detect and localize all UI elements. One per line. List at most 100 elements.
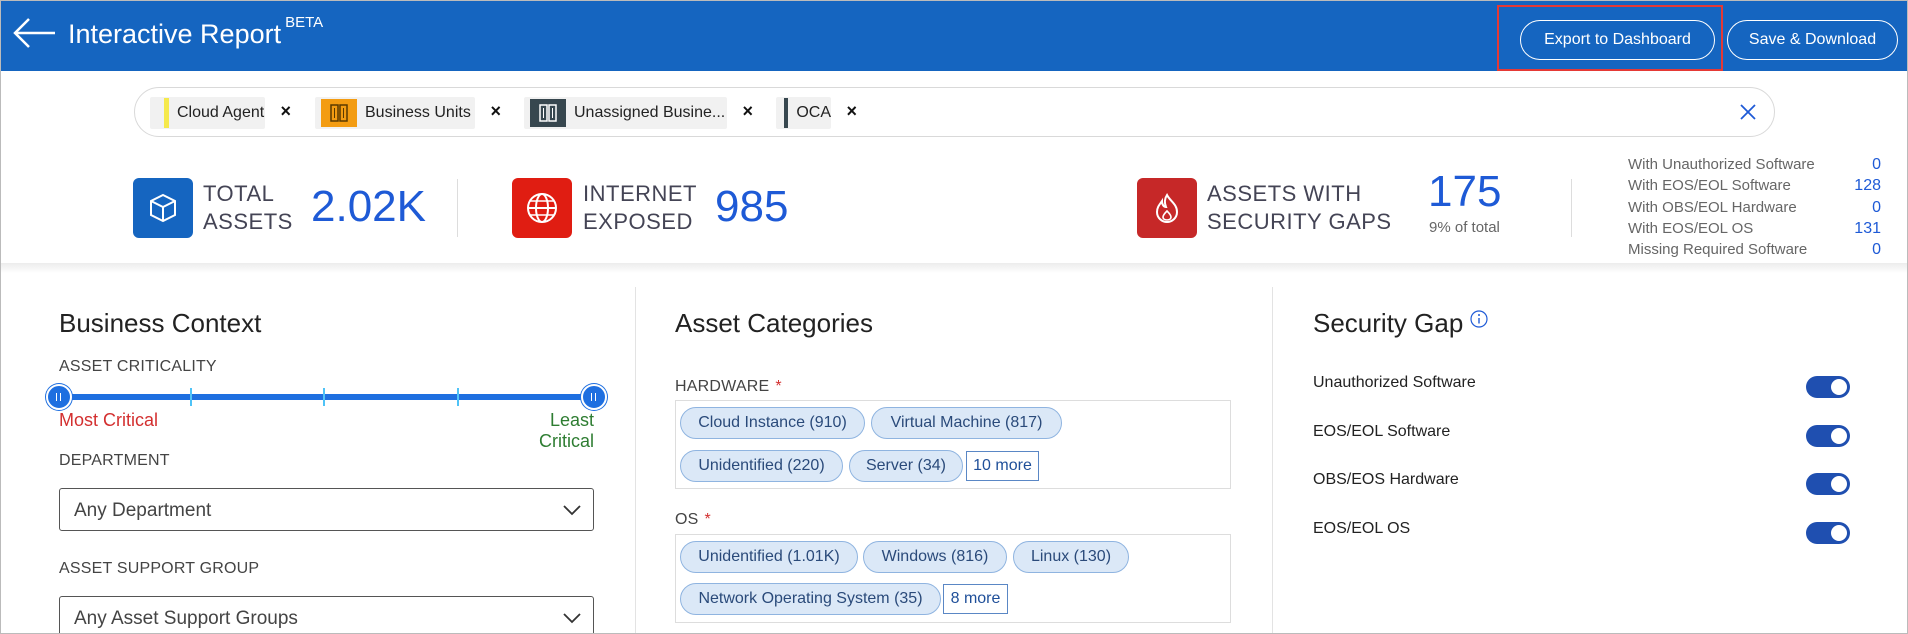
total-assets-label: TOTAL ASSETS (203, 180, 293, 236)
hardware-more-button[interactable]: 10 more (966, 451, 1039, 481)
os-pill[interactable]: Unidentified (1.01K) (680, 541, 858, 573)
building-icon (530, 99, 566, 127)
security-gaps-percent: 9% of total (1429, 219, 1500, 236)
security-gaps-value: 175 (1428, 167, 1502, 216)
chip-marker (164, 98, 169, 128)
os-label: OS * (675, 511, 711, 529)
hardware-pill[interactable]: Cloud Instance (910) (680, 407, 865, 439)
eos-eol-software-toggle[interactable] (1806, 425, 1850, 447)
remove-filter-icon[interactable]: × (280, 101, 291, 122)
toggle-label: Unauthorized Software (1313, 374, 1476, 391)
hardware-pill[interactable]: Virtual Machine (817) (871, 407, 1062, 439)
globe-icon (512, 178, 572, 238)
filter-chip-label: Business Units (365, 104, 471, 121)
required-marker: * (704, 511, 711, 528)
least-critical-label: Least Critical (538, 410, 594, 451)
hardware-label: HARDWARE * (675, 378, 782, 396)
os-more-button[interactable]: 8 more (943, 584, 1008, 614)
remove-filter-icon[interactable]: × (490, 101, 501, 122)
gap-breakdown-value: 0 (1872, 156, 1881, 173)
hardware-label-text: HARDWARE (675, 378, 770, 395)
section-divider (1, 263, 1907, 273)
slider-handle-min[interactable] (46, 384, 72, 410)
total-assets-value: 2.02K (311, 182, 426, 231)
asset-criticality-label: ASSET CRITICALITY (59, 358, 217, 375)
security-gap-title: Security Gap (1313, 308, 1464, 338)
gap-breakdown-label: With Unauthorized Software (1628, 156, 1815, 173)
divider (457, 179, 458, 237)
slider-handle-max[interactable] (581, 384, 607, 410)
filter-chip-label: Unassigned Busine... (574, 104, 726, 121)
obs-eos-hardware-toggle[interactable] (1806, 473, 1850, 495)
slider-tick (190, 388, 192, 406)
remove-filter-icon[interactable]: × (846, 101, 857, 122)
remove-filter-icon[interactable]: × (742, 101, 753, 122)
filter-chip-oca[interactable]: OCA × (776, 97, 857, 129)
department-select-value: Any Department (74, 500, 212, 521)
os-pill[interactable]: Linux (130) (1013, 541, 1129, 573)
toggle-label: EOS/EOL OS (1313, 520, 1411, 537)
slider-tick (457, 388, 459, 406)
clear-filters-icon[interactable] (1736, 100, 1760, 124)
filter-chip-cloud-agent[interactable]: Cloud Agent × (150, 97, 291, 129)
panel-divider (1272, 287, 1273, 633)
gap-breakdown-label: Missing Required Software (1628, 241, 1808, 258)
slider-tick (323, 388, 325, 406)
building-icon (321, 99, 357, 127)
hardware-pill[interactable]: Server (34) (849, 450, 963, 482)
business-context-title: Business Context (59, 308, 262, 338)
gap-breakdown-label: With EOS/EOL OS (1628, 220, 1754, 237)
chip-marker (784, 98, 789, 128)
total-assets-label-line1: TOTAL (203, 181, 275, 206)
chevron-down-icon (563, 613, 581, 624)
gap-breakdown-label: With EOS/EOL Software (1628, 177, 1791, 194)
asset-support-group-label: ASSET SUPPORT GROUP (59, 560, 260, 577)
gap-breakdown-value: 128 (1854, 177, 1881, 194)
filter-bar: Cloud Agent × Business Units × Unassigne… (134, 87, 1775, 137)
os-label-text: OS (675, 511, 699, 528)
arrow-left-icon[interactable] (11, 15, 57, 51)
filter-chip-unassigned-business[interactable]: Unassigned Busine... × (524, 97, 753, 129)
required-marker: * (775, 378, 782, 395)
internet-exposed-label-line1: INTERNET (583, 181, 697, 206)
flame-icon (1137, 178, 1197, 238)
filter-chip-label: Cloud Agent (177, 104, 265, 121)
unauthorized-software-toggle[interactable] (1806, 376, 1850, 398)
page-title-text: Interactive Report (68, 19, 282, 49)
asset-categories-title: Asset Categories (675, 308, 873, 338)
save-download-button[interactable]: Save & Download (1727, 20, 1898, 60)
gap-breakdown-label: With OBS/EOL Hardware (1628, 199, 1797, 216)
gap-breakdown-value: 131 (1854, 220, 1881, 237)
department-select[interactable]: Any Department (59, 488, 594, 531)
total-assets-label-line2: ASSETS (203, 209, 293, 234)
support-group-select-value: Any Asset Support Groups (74, 608, 298, 629)
most-critical-label: Most Critical (59, 410, 159, 430)
beta-badge: BETA (285, 14, 324, 31)
divider (1571, 179, 1572, 237)
os-pill[interactable]: Network Operating System (35) (680, 583, 941, 615)
app-window: Interactive Report BETA Export to Dashboa… (0, 0, 1908, 634)
internet-exposed-label: INTERNET EXPOSED (583, 180, 697, 236)
asset-support-group-select[interactable]: Any Asset Support Groups (59, 596, 594, 633)
top-bar: Interactive Report BETA Export to Dashboa… (1, 1, 1907, 71)
gap-breakdown-value: 0 (1872, 241, 1881, 258)
chevron-down-icon (563, 505, 581, 516)
toggle-label: OBS/EOS Hardware (1313, 471, 1459, 488)
security-gaps-label-line1: ASSETS WITH (1207, 181, 1362, 206)
criticality-slider-track[interactable] (59, 394, 594, 400)
gap-breakdown-value: 0 (1872, 199, 1881, 216)
toggle-label: EOS/EOL Software (1313, 423, 1451, 440)
filter-chip-business-units[interactable]: Business Units × (315, 97, 501, 129)
export-to-dashboard-button[interactable]: Export to Dashboard (1520, 20, 1715, 60)
department-label: DEPARTMENT (59, 452, 170, 469)
page-title: Interactive Report BETA (68, 14, 323, 50)
eos-eol-os-toggle[interactable] (1806, 522, 1850, 544)
panel-divider (635, 287, 636, 633)
hardware-pill[interactable]: Unidentified (220) (680, 450, 843, 482)
cube-icon (133, 178, 193, 238)
security-gaps-label: ASSETS WITH SECURITY GAPS (1207, 180, 1392, 236)
filter-chip-label: OCA (796, 104, 831, 121)
internet-exposed-label-line2: EXPOSED (583, 209, 693, 234)
info-icon[interactable] (1470, 310, 1488, 328)
os-pill[interactable]: Windows (816) (863, 541, 1007, 573)
